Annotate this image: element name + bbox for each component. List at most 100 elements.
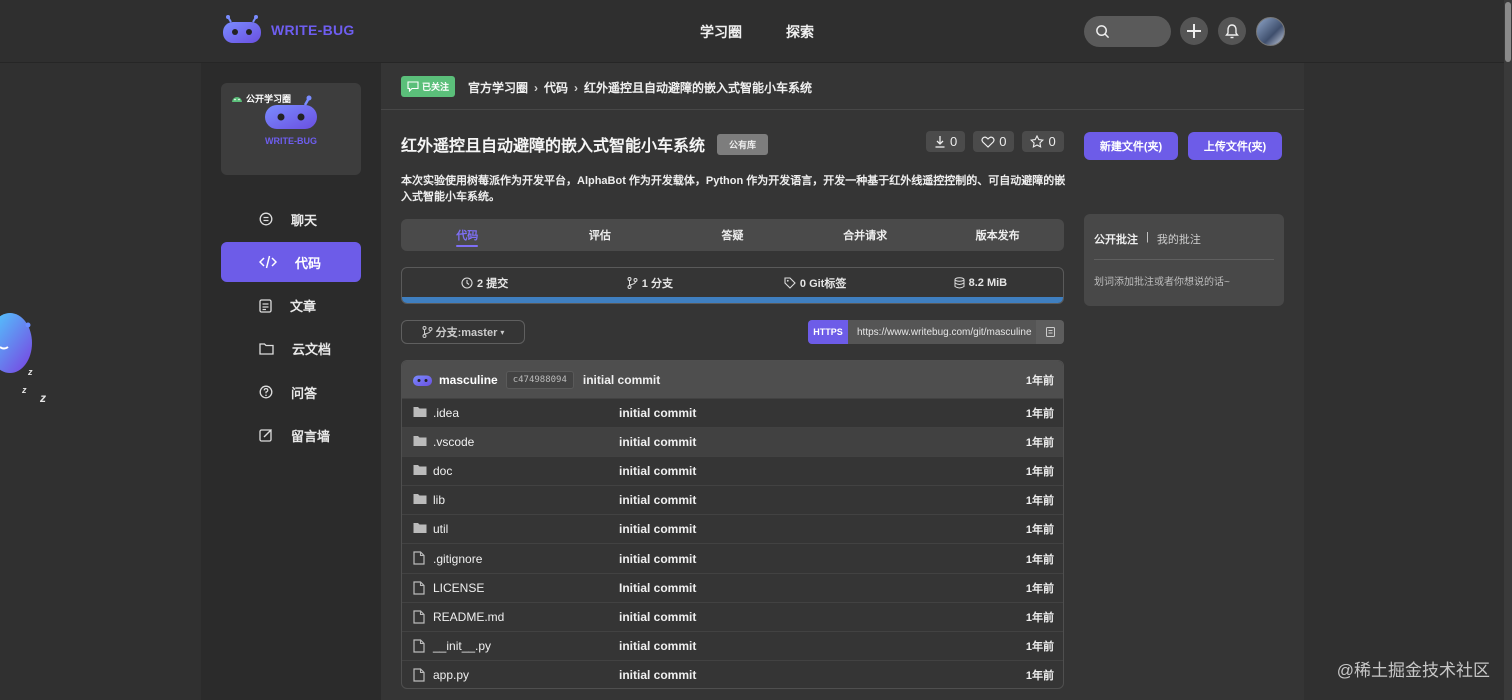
file-time: 1年前	[1025, 437, 1054, 450]
folder-icon	[413, 494, 427, 505]
chat-bubble-icon	[407, 81, 419, 92]
folder-icon	[413, 436, 427, 447]
notifications-button[interactable]	[1218, 17, 1246, 45]
tab-releases[interactable]: 版本发布	[931, 219, 1064, 251]
like-button[interactable]: 0	[973, 131, 1015, 152]
tab-review[interactable]: 评估	[534, 219, 667, 251]
caret-down-icon: ▾	[500, 327, 505, 337]
table-row[interactable]: __init__.py initial commit 1年前	[402, 630, 1063, 660]
tab-merge-requests[interactable]: 合并请求	[799, 219, 932, 251]
tab-my-annotations[interactable]: 我的批注	[1157, 231, 1201, 247]
commit-author[interactable]: masculine	[439, 373, 498, 387]
file-commit-message[interactable]: initial commit	[619, 522, 696, 536]
upload-file-button[interactable]: 上传文件(夹)	[1188, 132, 1282, 160]
sleep-z-icon: z	[22, 385, 27, 395]
file-time: 1年前	[1025, 611, 1054, 624]
brand-logo[interactable]: WRITE-BUG	[221, 15, 355, 45]
breadcrumb-item[interactable]: 官方学习圈	[468, 79, 528, 96]
table-row[interactable]: app.py initial commit 1年前	[402, 659, 1063, 688]
breadcrumb-item[interactable]: 代码	[544, 79, 568, 96]
floating-mascot[interactable]: z z z	[0, 305, 46, 405]
clone-protocol-button[interactable]: HTTPS	[808, 320, 848, 344]
clone-url-input[interactable]: https://www.writebug.com/git/masculine	[848, 320, 1036, 344]
bug-mascot-icon	[265, 95, 317, 129]
annotation-panel: 公开批注 | 我的批注 划词添加批注或者你想说的话~	[1084, 214, 1284, 306]
branch-selector[interactable]: 分支:master ▾	[401, 320, 525, 344]
file-commit-message[interactable]: Initial commit	[619, 581, 696, 595]
file-name[interactable]: .vscode	[433, 435, 474, 449]
user-avatar[interactable]	[1256, 17, 1285, 46]
file-name[interactable]: app.py	[433, 668, 469, 682]
file-commit-message[interactable]: initial commit	[619, 406, 696, 420]
tab-qa[interactable]: 答疑	[666, 219, 799, 251]
sidebar-item-cloud-docs[interactable]: 云文档	[221, 329, 361, 369]
follow-button[interactable]: 已关注	[401, 76, 456, 97]
file-name[interactable]: README.md	[433, 610, 504, 624]
new-file-button[interactable]: 新建文件(夹)	[1084, 132, 1178, 160]
android-icon	[232, 97, 242, 102]
commit-hash[interactable]: c474988094	[505, 370, 574, 389]
sidebar-item-chat[interactable]: 聊天	[221, 199, 361, 239]
download-icon	[935, 136, 945, 148]
sidebar-item-message-wall[interactable]: 留言墙	[221, 415, 361, 455]
watermark: @稀土掘金技术社区	[1336, 661, 1490, 680]
file-commit-message[interactable]: initial commit	[619, 668, 696, 682]
nav-learning-circle[interactable]: 学习圈	[700, 22, 742, 42]
table-row[interactable]: LICENSE Initial commit 1年前	[402, 572, 1063, 602]
file-commit-message[interactable]: initial commit	[619, 435, 696, 449]
breadcrumb-item[interactable]: 红外遥控且自动避障的嵌入式智能小车系统	[584, 79, 812, 96]
table-row[interactable]: doc initial commit 1年前	[402, 456, 1063, 485]
table-row[interactable]: .gitignore initial commit 1年前	[402, 543, 1063, 572]
file-name[interactable]: LICENSE	[433, 581, 484, 595]
file-name[interactable]: doc	[433, 464, 452, 478]
page-scrollbar[interactable]	[1504, 0, 1512, 700]
table-row[interactable]: .vscode initial commit 1年前	[402, 427, 1063, 457]
tab-public-annotations[interactable]: 公开批注	[1094, 231, 1138, 247]
branches-count: 1 分支	[641, 278, 673, 290]
sidebar-item-code[interactable]: 代码	[221, 242, 361, 283]
commit-message[interactable]: initial commit	[583, 373, 660, 387]
file-name[interactable]: lib	[433, 493, 445, 507]
repo-header: 红外遥控且自动避障的嵌入式智能小车系统 公有库	[401, 132, 769, 156]
nav-explore[interactable]: 探索	[786, 22, 814, 42]
file-commit-message[interactable]: initial commit	[619, 639, 696, 653]
tab-code[interactable]: 代码	[401, 219, 534, 251]
table-row[interactable]: .idea initial commit 1年前	[402, 398, 1063, 427]
file-commit-message[interactable]: initial commit	[619, 552, 696, 566]
branches-stat[interactable]: 1 分支	[567, 275, 732, 291]
table-row[interactable]: util initial commit 1年前	[402, 514, 1063, 543]
file-commit-message[interactable]: initial commit	[619, 610, 696, 624]
table-row[interactable]: README.md initial commit 1年前	[402, 601, 1063, 631]
tags-count: 0 Git标签	[799, 278, 847, 290]
file-commit-message[interactable]: initial commit	[619, 464, 696, 478]
download-count: 0	[950, 134, 958, 149]
article-icon	[259, 298, 272, 313]
commits-stat[interactable]: 2 提交	[402, 275, 567, 291]
download-button[interactable]: 0	[926, 131, 966, 152]
star-button[interactable]: 0	[1022, 131, 1064, 152]
file-commit-message[interactable]: initial commit	[619, 493, 696, 507]
copy-button[interactable]	[1036, 320, 1064, 344]
file-name[interactable]: .gitignore	[433, 552, 482, 566]
table-row[interactable]: lib initial commit 1年前	[402, 485, 1063, 514]
tab-separator: |	[1146, 231, 1149, 243]
search-input[interactable]	[1084, 16, 1171, 47]
file-time: 1年前	[1025, 553, 1054, 566]
tags-stat[interactable]: 0 Git标签	[733, 275, 898, 291]
commit-time: 1年前	[1025, 374, 1054, 387]
sidebar-item-article[interactable]: 文章	[221, 286, 361, 326]
author-avatar	[413, 375, 432, 386]
file-name[interactable]: util	[433, 522, 448, 536]
branch-icon	[422, 326, 433, 338]
breadcrumb-bar: 已关注 官方学习圈 › 代码 › 红外遥控且自动避障的嵌入式智能小车系统	[381, 63, 1304, 110]
add-button[interactable]	[1180, 17, 1208, 45]
file-name[interactable]: __init__.py	[433, 639, 491, 653]
breadcrumb: 官方学习圈 › 代码 › 红外遥控且自动避障的嵌入式智能小车系统	[468, 79, 812, 96]
branch-selector-label: 分支:master	[435, 327, 498, 339]
edit-icon	[259, 429, 272, 443]
file-name[interactable]: .idea	[433, 406, 459, 420]
scrollbar-thumb[interactable]	[1505, 2, 1511, 62]
sidebar-item-qa[interactable]: 问答	[221, 372, 361, 412]
circle-card[interactable]: 公开学习圈 WRITE-BUG	[221, 83, 361, 175]
branch-icon	[627, 277, 638, 289]
